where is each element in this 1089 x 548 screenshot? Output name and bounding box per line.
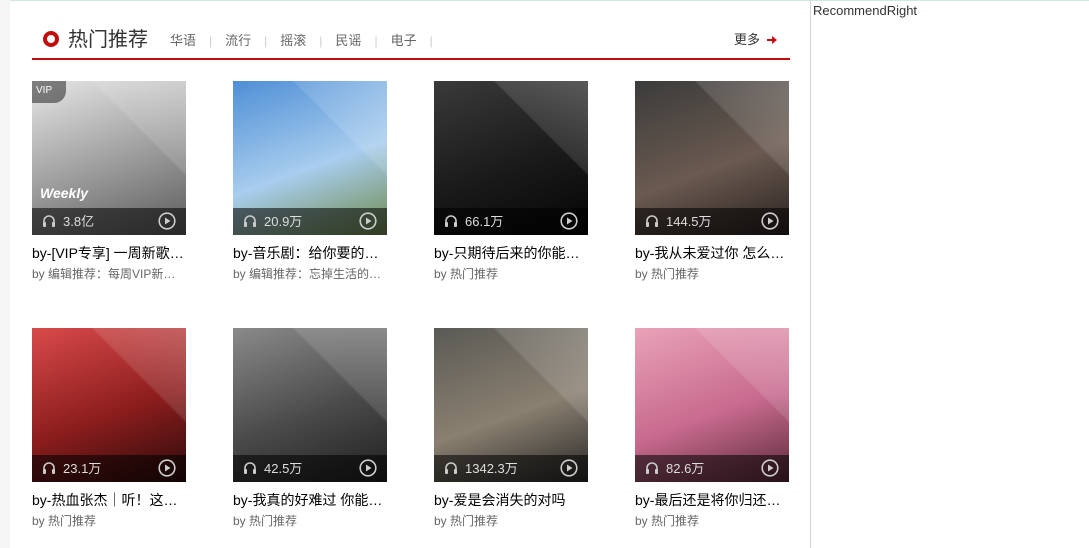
vip-badge: VIP <box>32 81 66 103</box>
more-label: 更多 <box>733 32 760 47</box>
playlist-cover[interactable]: 23.1万 <box>32 328 186 482</box>
playlist-by[interactable]: by 编辑推荐：每周VIP新歌推荐 <box>32 265 186 283</box>
cover-info-bar: 3.8亿 <box>32 208 186 235</box>
headphones-icon <box>43 462 55 474</box>
play-count: 82.6万 <box>666 461 705 476</box>
playlist-cover[interactable]: WeeklyVIP3.8亿 <box>32 81 186 235</box>
tag-separator: | <box>264 34 268 48</box>
tag-minyao[interactable]: 民谣 <box>335 32 361 50</box>
cover-info-bar: 144.5万 <box>635 208 789 235</box>
play-icon[interactable] <box>560 212 578 230</box>
headphones-icon <box>646 215 658 227</box>
section-title[interactable]: 热门推荐 <box>68 26 148 54</box>
play-icon[interactable] <box>560 459 578 477</box>
playlist-name[interactable]: by-我真的好难过 你能陪陪我吗 <box>233 490 387 510</box>
tag-liuxing[interactable]: 流行 <box>225 32 251 50</box>
playlist-card[interactable]: 82.6万 by-最后还是将你归还人海 by 热门推荐 <box>635 328 789 530</box>
tag-huayu[interactable]: 华语 <box>170 32 196 50</box>
playlist-cover[interactable]: 20.9万 <box>233 81 387 235</box>
tag-separator: | <box>429 34 433 48</box>
recommend-right-panel: RecommendRight <box>810 0 1089 548</box>
playlist-cover[interactable]: 144.5万 <box>635 81 789 235</box>
playlist-card[interactable]: 23.1万 by-热血张杰｜听！这个男人 by 热门推荐 <box>32 328 186 530</box>
play-count: 42.5万 <box>264 461 303 476</box>
playlist-card[interactable]: 42.5万 by-我真的好难过 你能陪陪我吗 by 热门推荐 <box>233 328 387 530</box>
tag-separator: | <box>374 34 378 48</box>
play-icon[interactable] <box>761 459 779 477</box>
playlist-card[interactable]: 20.9万 by-音乐剧：给你要的美好 by 编辑推荐：忘掉生活的烦恼 <box>233 81 387 283</box>
playlist-card[interactable]: 66.1万 by-只期待后来的你能快乐 by 热门推荐 <box>434 81 588 283</box>
headphones-icon <box>445 215 457 227</box>
playlist-card[interactable]: WeeklyVIP3.8亿by-[VIP专享] 一周新歌推荐by 编辑推荐：每周… <box>32 81 186 283</box>
playlist-by[interactable]: by 编辑推荐：忘掉生活的烦恼 <box>233 265 387 283</box>
cover-info-bar: 66.1万 <box>434 208 588 235</box>
genre-tags: 华语 | 流行 | 摇滚 | 民谣 | 电子 | <box>170 32 446 50</box>
playlist-by[interactable]: by 热门推荐 <box>434 265 588 283</box>
tag-dianzi[interactable]: 电子 <box>391 32 417 50</box>
play-count: 3.8亿 <box>63 214 95 229</box>
playlist-name[interactable]: by-爱是会消失的对吗 <box>434 490 588 510</box>
cover-info-bar: 20.9万 <box>233 208 387 235</box>
playlist-cover[interactable]: 66.1万 <box>434 81 588 235</box>
play-icon[interactable] <box>359 459 377 477</box>
tag-separator: | <box>319 34 323 48</box>
playlist-card[interactable]: 144.5万 by-我从未爱过你 怎么会放手 by 热门推荐 <box>635 81 789 283</box>
play-icon[interactable] <box>761 212 779 230</box>
playlist-card[interactable]: 1342.3万 by-爱是会消失的对吗 by 热门推荐 <box>434 328 588 530</box>
headphones-icon <box>43 215 55 227</box>
play-icon[interactable] <box>359 212 377 230</box>
play-icon[interactable] <box>158 212 176 230</box>
play-count: 20.9万 <box>264 214 303 229</box>
hot-recommend-section: 热门推荐 华语 | 流行 | 摇滚 | 民谣 | 电子 | 更多 WeeklyV… <box>32 0 790 548</box>
play-count: 144.5万 <box>666 214 712 229</box>
headphones-icon <box>445 462 457 474</box>
playlist-by[interactable]: by 热门推荐 <box>434 512 588 530</box>
playlist-name[interactable]: by-只期待后来的你能快乐 <box>434 243 588 263</box>
more-link[interactable]: 更多 <box>734 31 778 49</box>
playlist-cover[interactable]: 82.6万 <box>635 328 789 482</box>
cover-info-bar: 42.5万 <box>233 455 387 482</box>
playlist-cover[interactable]: 1342.3万 <box>434 328 588 482</box>
playlist-name[interactable]: by-最后还是将你归还人海 <box>635 490 789 510</box>
tag-yaogun[interactable]: 摇滚 <box>280 32 306 50</box>
left-gutter <box>0 0 10 548</box>
playlist-name[interactable]: by-音乐剧：给你要的美好 <box>233 243 387 263</box>
playlist-by[interactable]: by 热门推荐 <box>233 512 387 530</box>
headphones-icon <box>244 215 256 227</box>
cover-info-bar: 82.6万 <box>635 455 789 482</box>
play-count: 23.1万 <box>63 461 102 476</box>
arrow-right-icon <box>767 36 777 44</box>
play-count: 1342.3万 <box>465 461 518 476</box>
playlist-name[interactable]: by-[VIP专享] 一周新歌推荐 <box>32 243 186 263</box>
cover-info-bar: 1342.3万 <box>434 455 588 482</box>
playlist-by[interactable]: by 热门推荐 <box>635 265 789 283</box>
cover-info-bar: 23.1万 <box>32 455 186 482</box>
playlist-name[interactable]: by-热血张杰｜听！这个男人 <box>32 490 186 510</box>
tag-separator: | <box>209 34 213 48</box>
right-panel-title: RecommendRight <box>813 3 918 18</box>
playlist-name[interactable]: by-我从未爱过你 怎么会放手 <box>635 243 789 263</box>
play-icon[interactable] <box>158 459 176 477</box>
playlist-by[interactable]: by 热门推荐 <box>635 512 789 530</box>
record-ring-icon <box>43 31 59 47</box>
playlist-by[interactable]: by 热门推荐 <box>32 512 186 530</box>
headphones-icon <box>244 462 256 474</box>
section-header: 热门推荐 华语 | 流行 | 摇滚 | 民谣 | 电子 | 更多 <box>32 26 790 60</box>
play-count: 66.1万 <box>465 214 504 229</box>
playlist-cover[interactable]: 42.5万 <box>233 328 387 482</box>
headphones-icon <box>646 462 658 474</box>
